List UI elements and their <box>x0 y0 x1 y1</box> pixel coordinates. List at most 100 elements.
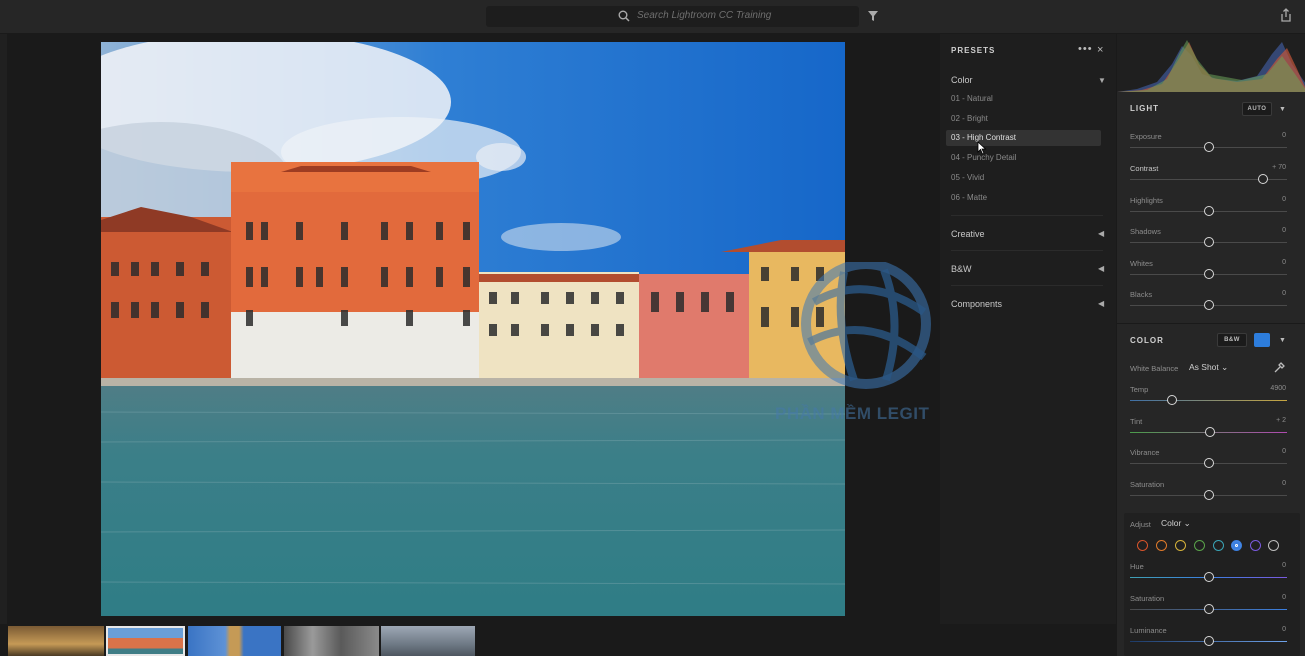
shadows-slider-handle[interactable] <box>1203 237 1214 247</box>
watermark-text: PHẦN MỀM LEGIT <box>775 404 930 423</box>
hue-label: Hue <box>1130 562 1144 571</box>
search-placeholder: Search Lightroom CC Training <box>637 10 772 21</box>
temp-value: 4900 <box>1270 385 1286 392</box>
mixer-saturation-label: Saturation <box>1130 594 1165 603</box>
color-swatch[interactable] <box>1137 540 1148 551</box>
exposure-value: 0 <box>1282 132 1286 139</box>
color-swatch[interactable] <box>1231 540 1242 551</box>
light-section-title[interactable]: LIGHT <box>1130 104 1159 113</box>
preset-group-color[interactable]: Color <box>951 75 973 85</box>
whites-label: Whites <box>1130 259 1153 268</box>
main-photo[interactable] <box>101 42 845 616</box>
preset-item[interactable]: 06 - Matte <box>951 193 987 202</box>
exposure-slider-handle[interactable] <box>1203 142 1214 152</box>
edit-panel: LIGHT AUTO ▼ Exposure 0 Contrast + 70 Hi… <box>1116 34 1305 656</box>
color-swatch[interactable] <box>1194 540 1205 551</box>
more-icon[interactable]: ••• <box>1078 43 1093 55</box>
hue-slider-handle[interactable] <box>1203 572 1214 582</box>
bw-button[interactable]: B&W <box>1217 333 1247 347</box>
contrast-slider-handle[interactable] <box>1258 174 1269 184</box>
color-swatch[interactable] <box>1268 540 1279 551</box>
color-swatch[interactable] <box>1213 540 1224 551</box>
search-bar[interactable]: Search Lightroom CC Training <box>486 6 859 27</box>
color-swatch[interactable] <box>1156 540 1167 551</box>
tint-slider-handle[interactable] <box>1205 427 1216 437</box>
whites-slider-handle[interactable] <box>1203 269 1214 279</box>
chevron-down-icon[interactable]: ▼ <box>1279 337 1286 344</box>
white-balance-dropdown[interactable]: As Shot ⌄ <box>1189 362 1228 373</box>
luminance-label: Luminance <box>1130 626 1167 635</box>
hue-value: 0 <box>1282 562 1286 569</box>
luminance-slider-handle[interactable] <box>1203 636 1214 646</box>
contrast-value: + 70 <box>1272 164 1286 171</box>
filmstrip-thumbnail[interactable] <box>284 626 379 656</box>
shadows-value: 0 <box>1282 227 1286 234</box>
filmstrip <box>0 624 1116 656</box>
vibrance-value: 0 <box>1282 448 1286 455</box>
close-icon[interactable]: × <box>1097 44 1103 56</box>
mixer-saturation-slider-handle[interactable] <box>1203 604 1214 614</box>
filter-icon[interactable] <box>867 10 879 22</box>
presets-title: PRESETS <box>951 46 996 55</box>
highlights-value: 0 <box>1282 196 1286 203</box>
exposure-label: Exposure <box>1130 132 1162 141</box>
blacks-value: 0 <box>1282 290 1286 297</box>
adjust-label: Adjust <box>1130 520 1151 529</box>
chevron-down-icon[interactable]: ▼ <box>1279 106 1286 113</box>
preset-item[interactable]: 01 - Natural <box>951 94 993 103</box>
preset-item[interactable]: 05 - Vivid <box>951 173 984 182</box>
mixer-saturation-value: 0 <box>1282 594 1286 601</box>
saturation-slider-handle[interactable] <box>1203 490 1214 500</box>
blacks-label: Blacks <box>1130 290 1153 299</box>
preset-item[interactable]: 02 - Bright <box>951 114 988 123</box>
mouse-cursor-icon <box>977 141 987 155</box>
color-swatch[interactable] <box>1250 540 1261 551</box>
auto-button[interactable]: AUTO <box>1242 102 1272 116</box>
filmstrip-thumbnail[interactable] <box>188 626 281 656</box>
chevron-down-icon[interactable]: ▼ <box>1098 76 1106 85</box>
vibrance-label: Vibrance <box>1130 448 1160 457</box>
filmstrip-thumbnail[interactable] <box>381 626 475 656</box>
color-swatch[interactable] <box>1175 540 1186 551</box>
adjust-dropdown[interactable]: Color ⌄ <box>1161 518 1191 529</box>
blacks-slider-handle[interactable] <box>1203 300 1214 310</box>
color-mode-button[interactable] <box>1254 333 1270 347</box>
saturation-label: Saturation <box>1130 480 1165 489</box>
luminance-value: 0 <box>1282 626 1286 633</box>
histogram <box>1117 34 1305 92</box>
white-balance-value: As Shot <box>1189 362 1219 372</box>
share-icon[interactable] <box>1279 8 1293 23</box>
divider <box>1117 323 1305 324</box>
preset-group-components[interactable]: Components <box>951 299 1002 309</box>
preset-group-creative[interactable]: Creative <box>951 229 985 239</box>
divider <box>951 215 1103 216</box>
left-edge <box>0 34 7 624</box>
top-bar: Search Lightroom CC Training <box>0 0 1305 34</box>
divider <box>951 285 1103 286</box>
eyedropper-icon[interactable] <box>1273 362 1285 374</box>
chevron-left-icon[interactable]: ◀ <box>1098 229 1104 238</box>
tint-value: + 2 <box>1276 417 1286 424</box>
temp-slider[interactable] <box>1130 400 1287 401</box>
search-icon <box>618 10 630 22</box>
chevron-left-icon[interactable]: ◀ <box>1098 264 1104 273</box>
contrast-label: Contrast <box>1130 164 1159 173</box>
tint-label: Tint <box>1130 417 1143 426</box>
adjust-value: Color <box>1161 518 1182 528</box>
shadows-label: Shadows <box>1130 227 1161 236</box>
chevron-left-icon[interactable]: ◀ <box>1098 299 1104 308</box>
highlights-label: Highlights <box>1130 196 1163 205</box>
preset-group-bw[interactable]: B&W <box>951 264 972 274</box>
preset-item-selected[interactable]: 03 - High Contrast <box>946 130 1101 146</box>
color-section-title[interactable]: COLOR <box>1130 336 1164 345</box>
white-balance-label: White Balance <box>1130 364 1179 373</box>
highlights-slider-handle[interactable] <box>1203 206 1214 216</box>
presets-panel: PRESETS ••• × Color ▼ 01 - Natural 02 - … <box>940 34 1116 624</box>
filmstrip-thumbnail[interactable] <box>8 626 104 656</box>
filmstrip-thumbnail-selected[interactable] <box>106 626 185 656</box>
temp-slider-handle[interactable] <box>1167 395 1178 405</box>
divider <box>951 250 1103 251</box>
saturation-value: 0 <box>1282 480 1286 487</box>
temp-label: Temp <box>1130 385 1149 394</box>
vibrance-slider-handle[interactable] <box>1203 458 1214 468</box>
